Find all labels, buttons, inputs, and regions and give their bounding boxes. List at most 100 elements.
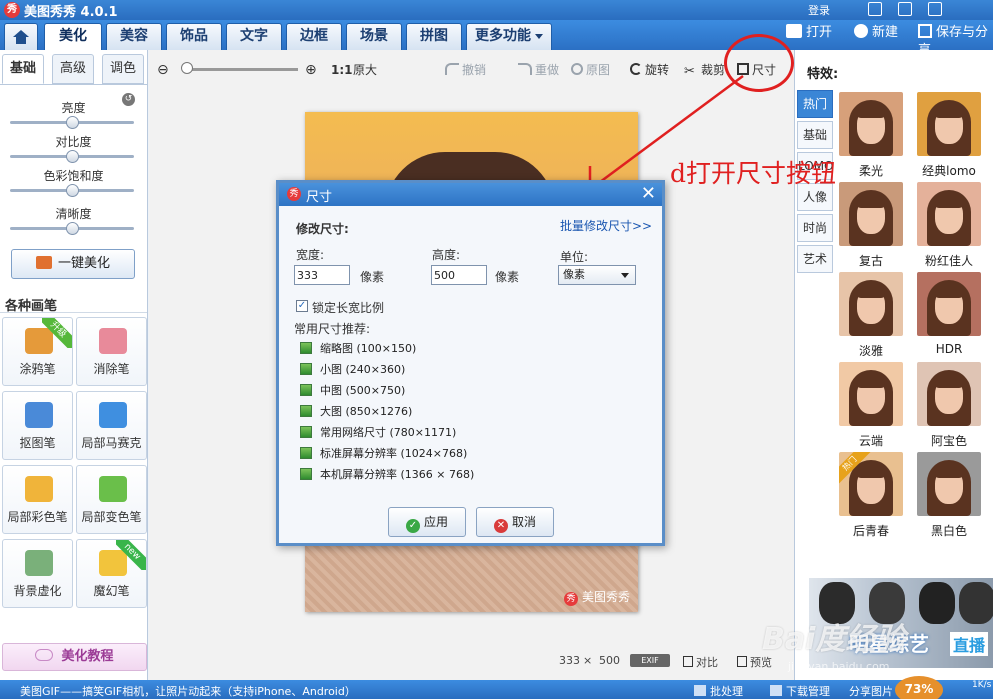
download-manager-button[interactable]: 下载管理: [770, 683, 830, 699]
contrast-label: 对比度: [55, 135, 92, 149]
beautify-tutorial-button[interactable]: 美化教程: [2, 643, 147, 671]
zoom-slider[interactable]: [185, 68, 298, 71]
effect-thumbnail[interactable]: [917, 92, 981, 156]
effect-thumbnail[interactable]: [839, 92, 903, 156]
preset-small[interactable]: 小图 (240×360): [300, 361, 405, 377]
effect-thumbnail[interactable]: [917, 362, 981, 426]
preset-native-screen[interactable]: 本机屏幕分辨率 (1366 × 768): [300, 466, 474, 482]
cutout-brush-button[interactable]: 抠图笔: [2, 391, 73, 460]
brightness-slider[interactable]: [10, 116, 134, 129]
status-tip[interactable]: 美图GIF——搞笑GIF相机，让照片动起来（支持iPhone、Android）: [20, 683, 356, 699]
background-blur-button[interactable]: 背景虚化: [2, 539, 73, 608]
effect-thumbnail[interactable]: [917, 182, 981, 246]
color-brush-button[interactable]: 局部彩色笔: [2, 465, 73, 534]
fx-tab-art[interactable]: 艺术: [797, 245, 833, 273]
contrast-slider[interactable]: [10, 150, 134, 163]
exif-button[interactable]: EXIF: [630, 654, 670, 667]
login-link[interactable]: 登录: [808, 2, 830, 18]
magic-brush-button[interactable]: new 魔幻笔: [76, 539, 147, 608]
one-key-beautify-button[interactable]: 一键美化: [11, 249, 135, 279]
effect-label: 阿宝色: [930, 434, 967, 448]
effect-thumbnail[interactable]: [839, 362, 903, 426]
tab-scene[interactable]: 场景: [346, 23, 402, 50]
saturation-knob[interactable]: [66, 184, 79, 197]
undo-button[interactable]: 撤销: [445, 62, 486, 78]
message-icon[interactable]: [898, 2, 912, 16]
fx-tab-basic[interactable]: 基础: [797, 121, 833, 149]
unit-select[interactable]: 像素: [558, 265, 636, 285]
saturation-slider[interactable]: [10, 184, 134, 197]
tab-home[interactable]: [4, 23, 38, 50]
image-height-value: 500: [599, 654, 620, 667]
undo-icon: [445, 63, 459, 75]
effect-thumbnail[interactable]: [839, 182, 903, 246]
effect-label: 云端: [858, 434, 883, 448]
divider: [0, 312, 147, 313]
subtab-toning[interactable]: 调色: [102, 54, 144, 84]
app-title: 美图秀秀 4.0.1: [24, 5, 118, 20]
share-image-button[interactable]: 分享图片: [849, 683, 893, 699]
width-input[interactable]: [294, 265, 350, 285]
contrast-knob[interactable]: [66, 150, 79, 163]
tab-collage[interactable]: 拼图: [406, 23, 462, 50]
effect-thumbnail[interactable]: [917, 272, 981, 336]
image-icon: [300, 342, 312, 354]
sharpness-slider[interactable]: [10, 222, 134, 235]
effect-thumbnail[interactable]: [917, 452, 981, 516]
new-button[interactable]: 新建: [854, 24, 898, 42]
lock-ratio-checkbox[interactable]: ✓: [296, 300, 308, 312]
batch-resize-link[interactable]: 批量修改尺寸>>: [560, 217, 652, 234]
annotation-text: d打开尺寸按钮: [670, 159, 837, 188]
one-key-label: 一键美化: [57, 256, 110, 271]
batch-icon: [694, 685, 706, 696]
zoom-out-icon[interactable]: ⊖: [157, 62, 169, 78]
tab-beautify[interactable]: 美化: [44, 23, 102, 51]
dialog-close-button[interactable]: ✕: [641, 183, 656, 205]
preset-large[interactable]: 大图 (850×1276): [300, 403, 412, 419]
preset-thumbnail[interactable]: 缩略图 (100×150): [300, 340, 416, 356]
preset-standard-screen[interactable]: 标准屏幕分辨率 (1024×768): [300, 445, 467, 461]
open-button[interactable]: 打开: [786, 24, 832, 42]
redo-label: 重做: [535, 63, 560, 77]
batch-button[interactable]: 批处理: [694, 683, 743, 699]
settings-icon[interactable]: [928, 2, 942, 16]
eraser-brush-label: 消除笔: [93, 362, 130, 376]
tab-accessories[interactable]: 饰品: [166, 23, 222, 50]
subtab-advanced[interactable]: 高级: [52, 54, 94, 84]
cancel-button[interactable]: ✕ 取消: [476, 507, 554, 537]
apply-button[interactable]: ✓ 应用: [388, 507, 466, 537]
tab-text[interactable]: 文字: [226, 23, 282, 50]
eraser-brush-button[interactable]: 消除笔: [76, 317, 147, 386]
tab-more[interactable]: 更多功能: [466, 23, 552, 50]
sharpness-knob[interactable]: [66, 222, 79, 235]
feedback-icon[interactable]: [868, 2, 882, 16]
effect-thumbnail[interactable]: [839, 272, 903, 336]
memory-percent-badge[interactable]: 73%: [895, 676, 943, 699]
subtab-basic[interactable]: 基础: [2, 54, 44, 84]
preset-medium[interactable]: 中图 (500×750): [300, 382, 405, 398]
ratio-1-1-button[interactable]: 1:1: [331, 62, 353, 78]
photo-watermark: 秀美图秀秀: [563, 588, 630, 606]
zoom-slider-knob[interactable]: [181, 62, 193, 74]
height-input[interactable]: [431, 265, 487, 285]
redo-button[interactable]: 重做: [518, 62, 559, 78]
banner-live-label: 直播: [949, 632, 988, 656]
save-share-button[interactable]: 保存与分享: [918, 24, 993, 58]
brightness-knob[interactable]: [66, 116, 79, 129]
fx-tab-fashion[interactable]: 时尚: [797, 214, 833, 242]
effect-thumbnail-image: [935, 200, 963, 208]
effect-label: 柔光: [858, 164, 883, 178]
tab-border[interactable]: 边框: [286, 23, 342, 50]
compare-button[interactable]: 对比: [683, 654, 718, 670]
mosaic-brush-button[interactable]: 局部马赛克: [76, 391, 147, 460]
tab-beauty[interactable]: 美容: [106, 23, 162, 50]
recolor-brush-button[interactable]: 局部变色笔: [76, 465, 147, 534]
effect-thumbnail[interactable]: 热门: [839, 452, 903, 516]
preset-web[interactable]: 常用网络尺寸 (780×1171): [300, 424, 456, 440]
original-size-button[interactable]: 原大: [353, 62, 377, 78]
fx-tab-hot[interactable]: 热门: [797, 90, 833, 118]
doodle-brush-button[interactable]: 升级 涂鸦笔: [2, 317, 73, 386]
height-unit-label: 像素: [495, 270, 520, 284]
zoom-in-icon[interactable]: ⊕: [305, 62, 317, 78]
sharpness-label: 清晰度: [55, 207, 92, 221]
